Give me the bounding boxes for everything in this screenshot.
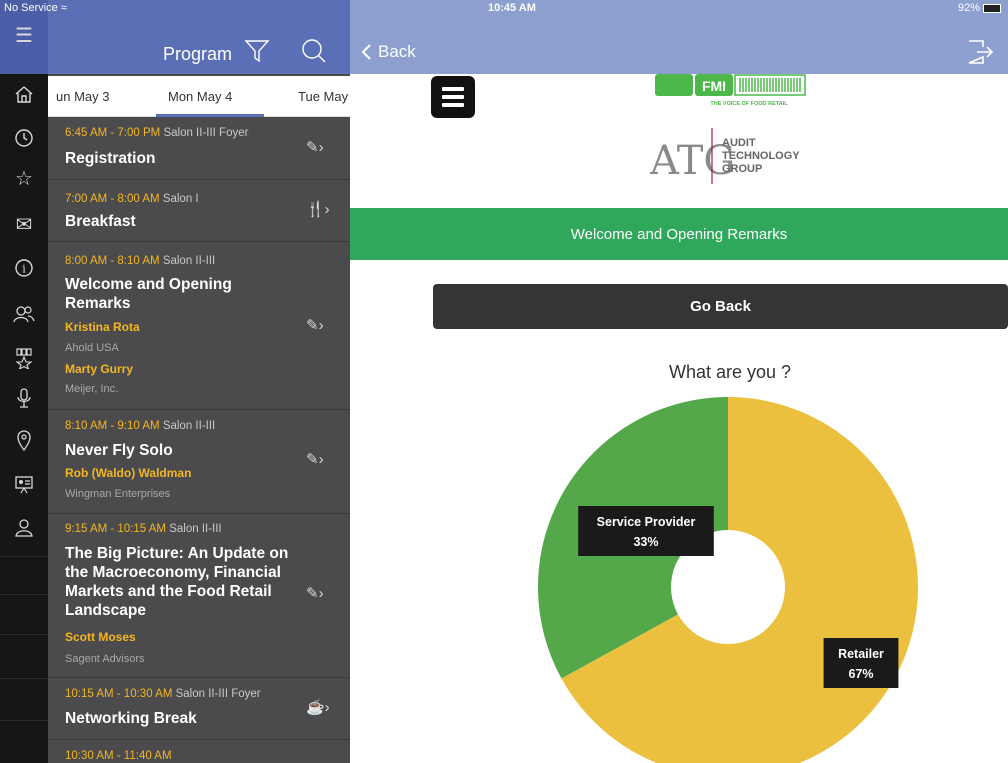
slice-category-label: Retailer	[838, 647, 884, 661]
svg-text:AUDIT: AUDIT	[722, 137, 756, 149]
session-big-picture[interactable]: 9:15 AM - 10:15 AM Salon II-III The Big …	[48, 514, 350, 678]
rail-divider	[0, 720, 48, 721]
session-networking-break[interactable]: 10:15 AM - 10:30 AM Salon II-III Foyer N…	[48, 678, 350, 740]
slice-category-label: Service Provider	[597, 515, 696, 529]
fork-knife-chevron-icon[interactable]: 🍴›	[306, 200, 330, 218]
session-title-banner: Welcome and Opening Remarks	[350, 208, 1008, 260]
slice-label: Retailer 67%	[823, 638, 899, 688]
fmi-logo: FMI THE VOICE OF FOOD RETAIL	[655, 74, 806, 107]
svg-text:FMI: FMI	[702, 78, 726, 94]
pencil-chevron-icon[interactable]: ✎›	[306, 450, 324, 468]
map-pin-icon[interactable]	[0, 422, 48, 458]
info-icon[interactable]: i	[0, 250, 48, 286]
go-back-button[interactable]: Go Back	[433, 284, 1008, 329]
svg-text:THE VOICE OF FOOD RETAIL: THE VOICE OF FOOD RETAIL	[710, 101, 788, 107]
tab-tue-may[interactable]: Tue May	[298, 89, 348, 104]
hamburger-menu-button[interactable]	[431, 76, 475, 118]
filter-icon[interactable]	[244, 38, 270, 64]
logout-icon[interactable]	[965, 38, 995, 66]
active-tab-indicator	[156, 114, 264, 117]
session-time: 6:45 AM - 7:00 PM Salon II-III Foyer	[65, 127, 249, 139]
carrier-text: No Service ≈	[4, 2, 67, 14]
rail-divider	[0, 556, 48, 557]
slice-value-label: 67%	[848, 667, 873, 681]
session-title: Networking Break	[65, 710, 197, 727]
coffee-chevron-icon[interactable]: ☕›	[306, 698, 330, 716]
day-tabs: un May 3 Mon May 4 Tue May	[48, 76, 350, 117]
pencil-chevron-icon[interactable]: ✎›	[306, 584, 324, 602]
rail-divider	[0, 634, 48, 635]
session-time: 10:30 AM - 11:40 AM	[65, 750, 172, 762]
people-icon[interactable]	[0, 296, 48, 332]
pencil-chevron-icon[interactable]: ✎›	[306, 316, 324, 334]
program-title: Program	[163, 44, 233, 64]
wifi-icon: ≈	[60, 2, 67, 14]
status-bar: No Service ≈ 10:45 AM 92%	[0, 0, 1008, 18]
sponsors-icon[interactable]	[0, 340, 48, 376]
banner-title: Welcome and Opening Remarks	[570, 225, 788, 243]
battery-indicator: 92%	[958, 2, 1002, 14]
session-partial[interactable]: 10:30 AM - 11:40 AM	[48, 740, 350, 763]
icon-rail: ☰ ☆ ✉ i	[0, 0, 48, 763]
slice-label: Service Provider 33%	[578, 506, 714, 556]
session-time: 10:15 AM - 10:30 AM Salon II-III Foyer	[65, 688, 261, 700]
session-never-fly-solo[interactable]: 8:10 AM - 9:10 AM Salon II-III Never Fly…	[48, 410, 350, 514]
session-title: Breakfast	[65, 213, 136, 230]
session-title: The Big Picture: An Update on the Macroe…	[65, 545, 289, 619]
presentation-icon[interactable]	[0, 466, 48, 502]
atg-logo: ATG AUDIT TECHNOLOGY GROUP	[650, 128, 800, 184]
session-title: Never Fly Solo	[65, 442, 173, 459]
speaker-name: Rob (Waldo) Waldman	[65, 466, 192, 480]
svg-text:i: i	[22, 263, 26, 276]
pencil-chevron-icon[interactable]: ✎›	[306, 138, 324, 156]
session-breakfast[interactable]: 7:00 AM - 8:00 AM Salon I Breakfast 🍴›	[48, 180, 350, 242]
session-title: Welcome and Opening Remarks	[65, 276, 232, 312]
speaker-org: Sagent Advisors	[65, 653, 145, 665]
session-title: Registration	[65, 150, 156, 167]
donut-chart: Service Provider 33% Retailer 67%	[538, 397, 918, 763]
mail-icon[interactable]: ✉	[0, 206, 48, 242]
rail-divider	[0, 678, 48, 679]
home-icon[interactable]	[0, 76, 48, 112]
back-button[interactable]: Back	[360, 42, 416, 62]
session-welcome-remarks[interactable]: 8:00 AM - 8:10 AM Salon II-III Welcome a…	[48, 242, 350, 410]
battery-icon	[983, 3, 1002, 13]
profile-icon[interactable]	[0, 510, 48, 546]
speaker-org: Meijer, Inc.	[65, 383, 119, 395]
speaker-name: Scott Moses	[65, 630, 136, 644]
rail-divider	[0, 594, 48, 595]
chevron-left-icon	[361, 44, 371, 60]
speaker-name: Kristina Rota	[65, 320, 140, 334]
clock-text: 10:45 AM	[488, 2, 536, 14]
session-time: 8:00 AM - 8:10 AM Salon II-III	[65, 255, 216, 267]
microphone-icon[interactable]	[0, 380, 48, 416]
svg-text:GROUP: GROUP	[722, 163, 762, 175]
program-panel: Program un May 3 Mon May 4 Tue May 6:45 …	[48, 0, 350, 763]
speaker-name: Marty Gurry	[65, 362, 134, 376]
session-time: 9:15 AM - 10:15 AM Salon II-III	[65, 523, 222, 535]
speaker-org: Wingman Enterprises	[65, 488, 171, 500]
session-registration[interactable]: 6:45 AM - 7:00 PM Salon II-III Foyer Reg…	[48, 118, 350, 180]
back-label: Back	[378, 42, 416, 61]
search-icon[interactable]	[301, 38, 327, 64]
tab-sun-may-3[interactable]: un May 3	[56, 89, 109, 104]
hamburger-menu-icon[interactable]: ☰	[0, 17, 48, 53]
session-time: 8:10 AM - 9:10 AM Salon II-III	[65, 420, 216, 432]
session-time: 7:00 AM - 8:00 AM Salon I	[65, 193, 199, 205]
tab-mon-may-4[interactable]: Mon May 4	[168, 89, 232, 104]
chart-title: What are you ?	[668, 362, 792, 382]
svg-text:TECHNOLOGY: TECHNOLOGY	[722, 150, 800, 162]
speaker-org: Ahold USA	[65, 342, 119, 354]
star-icon[interactable]: ☆	[0, 160, 48, 196]
slice-value-label: 33%	[633, 535, 658, 549]
clock-icon[interactable]	[0, 120, 48, 156]
